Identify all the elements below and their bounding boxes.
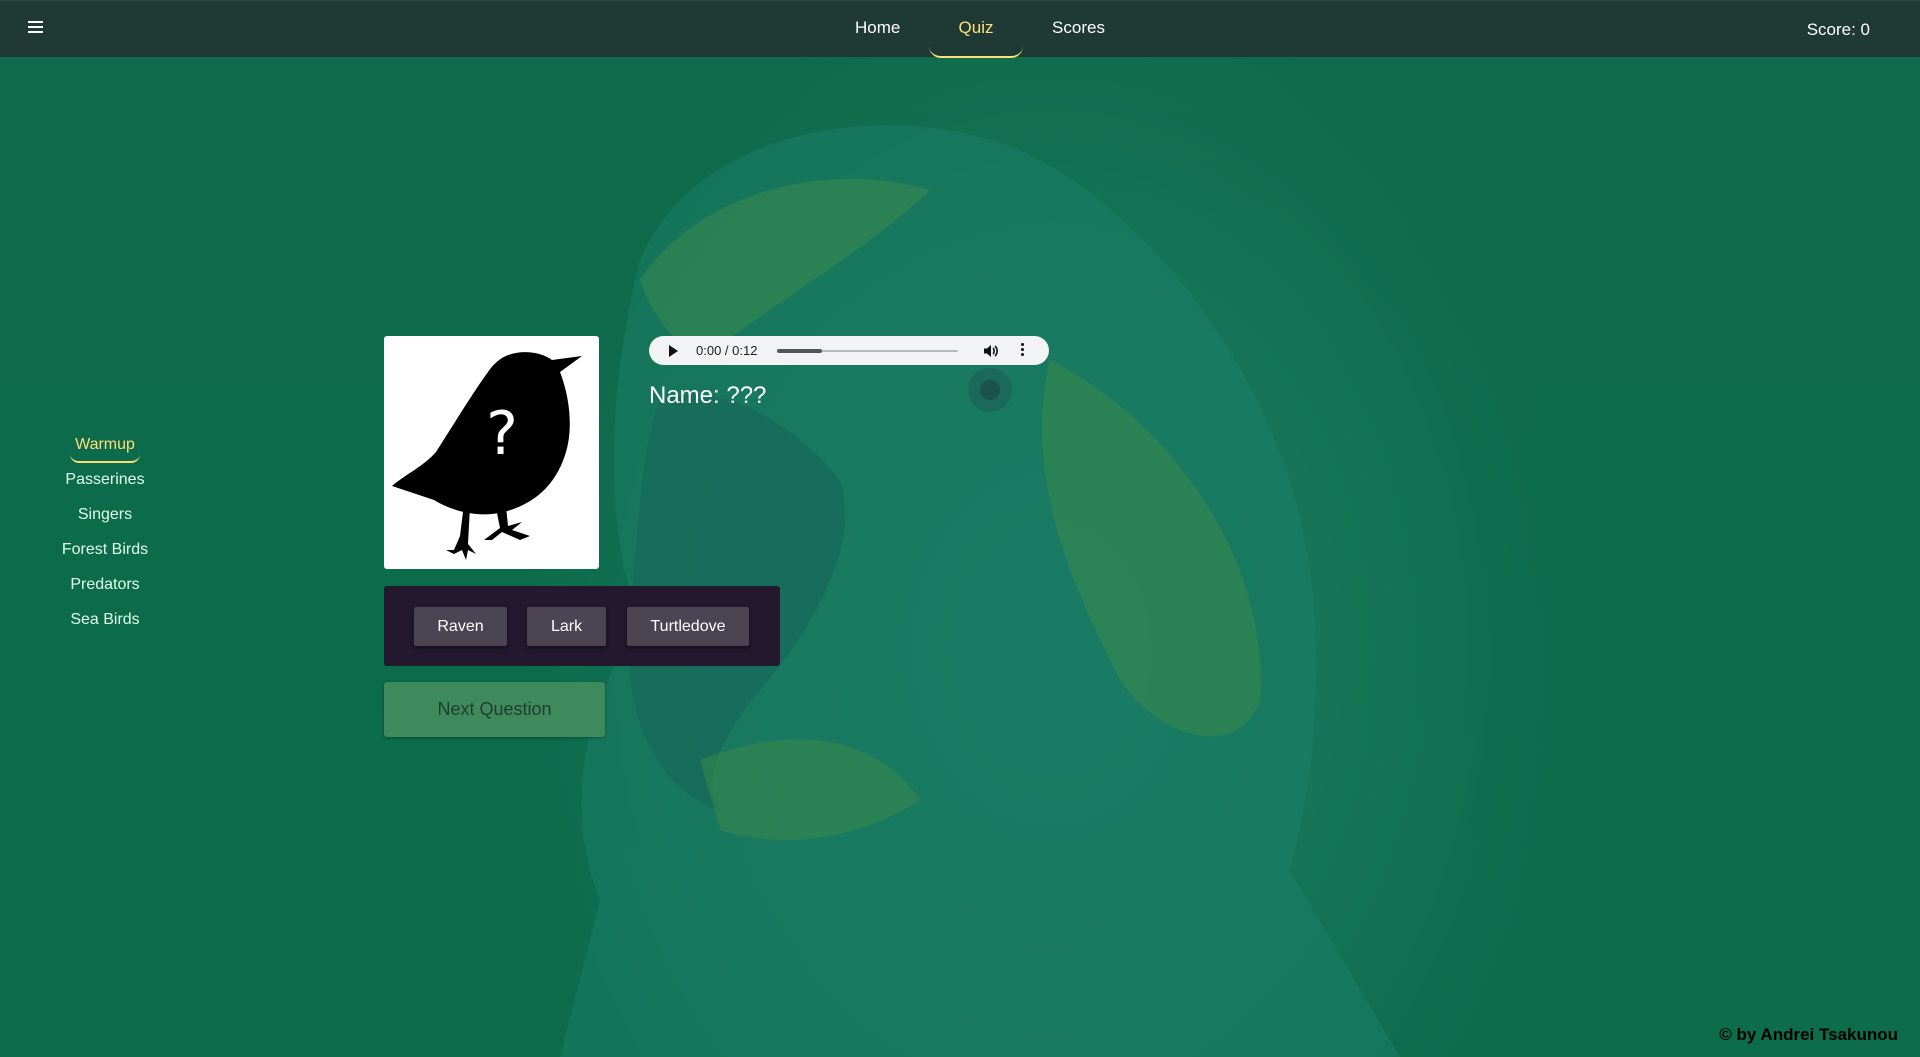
sidebar-item-singers[interactable]: Singers bbox=[40, 503, 170, 538]
nav-scores[interactable]: Scores bbox=[1052, 18, 1105, 38]
bird-name: Name: ??? bbox=[649, 382, 767, 409]
answer-button[interactable]: Raven bbox=[414, 607, 507, 646]
sidebar-item-forest-birds[interactable]: Forest Birds bbox=[40, 538, 170, 573]
footer-copyright: © by Andrei Tsakunou bbox=[1719, 1025, 1898, 1044]
bird-image-card: ? bbox=[384, 336, 599, 569]
answers-panel: Raven Lark Turtledove bbox=[384, 586, 780, 666]
unknown-bird-silhouette-icon: ? bbox=[392, 352, 582, 560]
parrot-background bbox=[0, 0, 1920, 1057]
parrot-background-image bbox=[560, 125, 1400, 1057]
nav-home[interactable]: Home bbox=[855, 18, 900, 38]
volume-icon[interactable] bbox=[983, 343, 999, 359]
sidebar-item-predators[interactable]: Predators bbox=[40, 573, 170, 608]
more-options-icon[interactable] bbox=[1020, 343, 1026, 359]
hamburger-menu-icon[interactable] bbox=[28, 21, 44, 37]
sidebar-item-passerines[interactable]: Passerines bbox=[40, 468, 170, 503]
audio-time: 0:00 / 0:12 bbox=[696, 343, 758, 358]
sidebar-active-indicator bbox=[70, 454, 140, 463]
sidebar-item-warmup[interactable]: Warmup bbox=[40, 433, 170, 468]
sidebar-item-label: Warmup bbox=[75, 436, 135, 453]
score-display: Score: 0 bbox=[1806, 20, 1870, 39]
sidebar-item-sea-birds[interactable]: Sea Birds bbox=[40, 608, 170, 643]
answer-button[interactable]: Turtledove bbox=[627, 607, 749, 646]
audio-player: 0:00 / 0:12 bbox=[649, 336, 1049, 365]
play-icon[interactable] bbox=[669, 345, 678, 357]
category-sidebar: Warmup Passerines Singers Forest Birds P… bbox=[40, 433, 170, 643]
answer-button[interactable]: Lark bbox=[527, 607, 606, 646]
unknown-mark: ? bbox=[486, 399, 518, 469]
audio-seek-bar[interactable] bbox=[777, 349, 958, 353]
nav-quiz[interactable]: Quiz bbox=[950, 18, 1002, 38]
audio-progress-fill bbox=[777, 349, 823, 353]
next-question-button[interactable]: Next Question bbox=[384, 682, 605, 737]
